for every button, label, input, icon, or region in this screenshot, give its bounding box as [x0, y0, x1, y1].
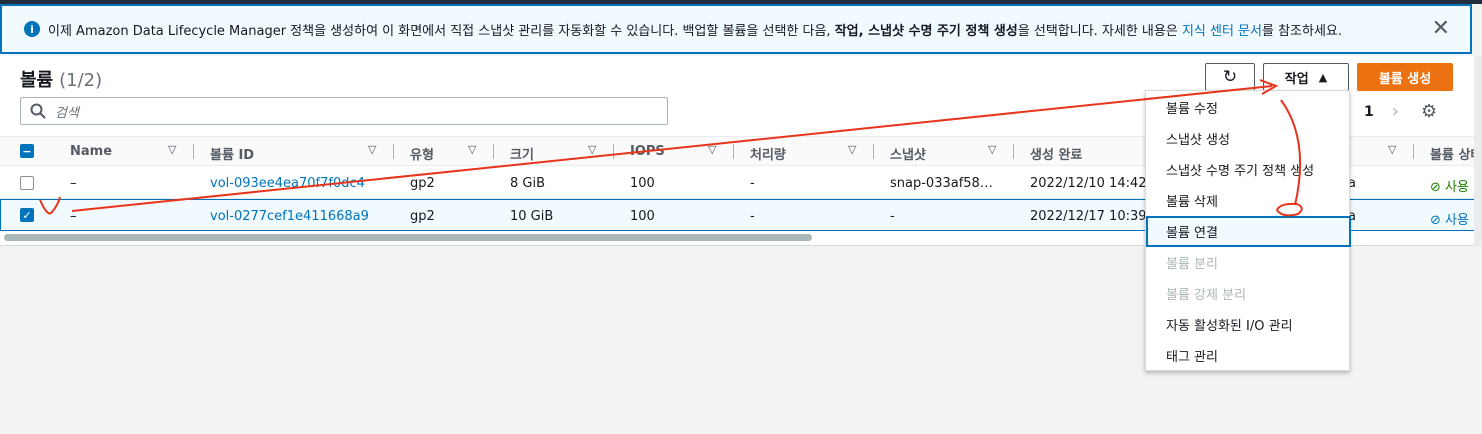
cell-throughput: -: [750, 209, 755, 224]
next-page-icon[interactable]: ›: [1392, 101, 1399, 122]
column-divider[interactable]: [873, 144, 874, 159]
column-size[interactable]: 크기: [510, 144, 534, 163]
menu-item-create-snapshot[interactable]: 스냅샷 생성: [1146, 123, 1351, 154]
search-placeholder: 검색: [55, 105, 79, 121]
column-type[interactable]: 유형: [410, 144, 434, 163]
search-icon: [30, 103, 46, 119]
page-number[interactable]: 1: [1364, 104, 1374, 120]
menu-item-manage-tags[interactable]: 태그 관리: [1146, 340, 1351, 371]
cell-size: 10 GiB: [510, 209, 554, 224]
info-banner: i 이제 Amazon Data Lifecycle Manager 정책을 생…: [0, 4, 1472, 54]
banner-bold-text: 작업, 스냅샷 수명 주기 정책 생성: [834, 23, 1018, 39]
cell-volume-state: ⊘ 사용: [1430, 213, 1469, 228]
column-divider[interactable]: [193, 144, 194, 159]
close-icon[interactable]: ✕: [1432, 18, 1450, 40]
volume-id-link[interactable]: vol-093ee4ea70f7f0dc4: [210, 176, 365, 191]
menu-item-attach-volume[interactable]: 볼륨 연결: [1146, 216, 1351, 247]
row-checkbox[interactable]: [20, 176, 34, 190]
selection-count: (1/2): [59, 70, 103, 91]
create-volume-button[interactable]: 볼륨 생성: [1357, 63, 1453, 91]
sort-icon[interactable]: ▽: [368, 143, 376, 156]
cell-created: 2022/12/17 10:39: [1030, 209, 1147, 224]
cell-type: gp2: [410, 209, 435, 224]
refresh-icon: ↻: [1222, 67, 1238, 87]
column-snapshot[interactable]: 스냅샷: [890, 144, 926, 163]
cell-volume-state: ⊘ 사용: [1430, 180, 1469, 195]
row-checkbox[interactable]: ✓: [20, 208, 34, 222]
column-divider[interactable]: [393, 144, 394, 159]
menu-item-modify-volume[interactable]: 볼륨 수정: [1146, 92, 1351, 123]
cell-snapshot: -: [890, 209, 895, 224]
column-created[interactable]: 생성 완료: [1030, 144, 1082, 163]
volume-id-link[interactable]: vol-0277cef1e411668a9: [210, 209, 369, 224]
info-icon: i: [24, 21, 40, 37]
banner-text: 이제 Amazon Data Lifecycle Manager 정책을 생성하…: [48, 23, 1343, 39]
pagination: 1 › ⚙: [1364, 101, 1437, 122]
horizontal-scrollbar[interactable]: [4, 234, 812, 241]
knowledge-center-link[interactable]: 지식 센터 문서: [1182, 24, 1262, 39]
sort-icon[interactable]: ▽: [168, 143, 176, 156]
cell-type: gp2: [410, 176, 435, 191]
menu-item-manage-auto-io[interactable]: 자동 활성화된 I/O 관리: [1146, 309, 1351, 340]
menu-item-delete-volume[interactable]: 볼륨 삭제: [1146, 185, 1351, 216]
cell-size: 8 GiB: [510, 176, 546, 191]
page-title: 볼륨 (1/2): [20, 70, 103, 91]
sort-icon[interactable]: ▽: [588, 143, 596, 156]
cell-throughput: -: [750, 176, 755, 191]
column-divider[interactable]: [1013, 144, 1014, 159]
refresh-button[interactable]: ↻: [1205, 63, 1255, 91]
sort-icon[interactable]: ▽: [1388, 143, 1396, 156]
actions-dropdown-menu: 볼륨 수정 스냅샷 생성 스냅샷 수명 주기 정책 생성 볼륨 삭제 볼륨 연결…: [1145, 90, 1351, 371]
column-throughput[interactable]: 처리량: [750, 144, 786, 163]
column-divider[interactable]: [493, 144, 494, 159]
cell-iops: 100: [630, 209, 655, 224]
column-volume-id[interactable]: 볼륨 ID: [210, 144, 254, 163]
check-circle-icon: ⊘: [1430, 213, 1441, 228]
menu-item-create-lifecycle-policy[interactable]: 스냅샷 수명 주기 정책 생성: [1146, 154, 1351, 185]
search-input[interactable]: 검색: [20, 97, 668, 125]
cell-created: 2022/12/10 14:42: [1030, 176, 1147, 191]
cell-name: –: [70, 209, 77, 224]
gear-icon[interactable]: ⚙: [1421, 101, 1437, 122]
cell-name: –: [70, 176, 77, 191]
sort-icon[interactable]: ▽: [988, 143, 996, 156]
panel-edge: [1474, 56, 1482, 246]
cell-snapshot: snap-033af58…: [890, 176, 993, 191]
sort-icon[interactable]: ▽: [708, 143, 716, 156]
select-all-checkbox[interactable]: −: [20, 144, 34, 158]
column-divider[interactable]: [1413, 144, 1414, 159]
cell-iops: 100: [630, 176, 655, 191]
column-divider[interactable]: [613, 144, 614, 159]
check-circle-icon: ⊘: [1430, 180, 1441, 195]
menu-item-detach-volume: 볼륨 분리: [1166, 257, 1218, 272]
menu-item-force-detach-volume: 볼륨 강제 분리: [1166, 288, 1247, 303]
caret-up-icon: ▲: [1318, 70, 1328, 84]
sort-icon[interactable]: ▽: [468, 143, 476, 156]
sort-icon[interactable]: ▽: [848, 143, 856, 156]
column-divider[interactable]: [733, 144, 734, 159]
actions-button[interactable]: 작업 ▲: [1263, 63, 1349, 91]
column-name[interactable]: Name: [70, 144, 112, 159]
column-iops[interactable]: IOPS: [630, 144, 665, 159]
